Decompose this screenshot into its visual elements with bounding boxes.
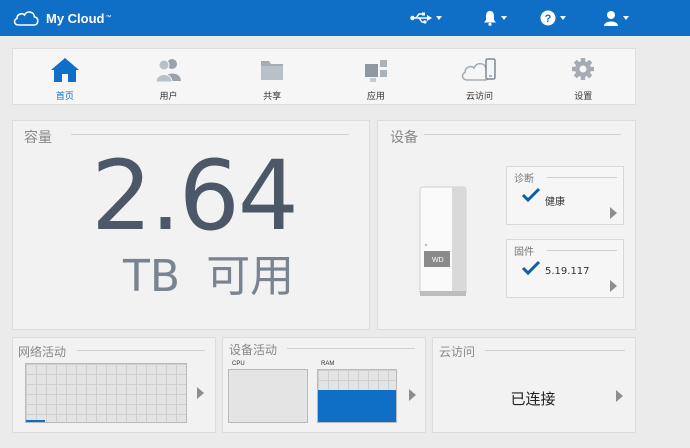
nav-item-users[interactable]: 用户 [117,49,221,104]
divider [547,250,617,251]
nav-label: 首页 [55,92,74,102]
panel-title: 设备 [390,130,418,146]
cloud-access-icon [461,58,496,81]
top-bar: My Cloud ™ ? [0,0,690,36]
notifications-menu[interactable] [483,9,507,27]
main-nav: 首页 用户 共享 应用 云访问 设置 [12,48,636,105]
chevron-right-icon[interactable] [610,207,617,219]
users-icon [154,59,181,83]
capacity-value: 2.64 [91,140,299,252]
divider [547,177,617,178]
trademark: ™ [105,15,112,21]
chevron-down-icon [560,16,566,20]
capacity-panel[interactable]: 容量 2.64 TB 可用 [12,120,370,330]
cloud-status: 已连接 [510,390,556,408]
cpu-label: CPU [232,361,245,367]
diagnostics-status: 健康 [545,197,565,208]
usb-menu[interactable] [410,9,442,27]
diagnostics-card[interactable]: 诊断 健康 [506,166,624,225]
user-menu[interactable] [603,9,629,27]
chevron-right-icon[interactable] [197,387,204,399]
panel-title: 设备活动 [229,343,278,357]
capacity-available-label: 可用 [206,251,295,302]
check-icon [521,260,541,276]
firmware-version: 5.19.117 [545,266,590,277]
user-icon [604,11,618,26]
brand-logo[interactable]: My Cloud ™ [12,7,112,29]
chevron-right-icon[interactable] [610,280,617,292]
app-title: My Cloud [46,10,105,26]
nav-item-shares[interactable]: 共享 [220,49,324,104]
panel-title: 网络活动 [18,345,67,359]
divider [71,134,349,135]
help-icon: ? [540,10,556,26]
firmware-card[interactable]: 固件 5.19.117 [506,239,624,298]
nav-item-cloud-access[interactable]: 云访问 [428,49,532,104]
divider [77,350,205,351]
chevron-right-icon[interactable] [616,390,623,402]
device-panel: 设备 WD 诊断 健康 固件 5.19.117 [377,120,636,330]
firmware-title: 固件 [514,247,534,258]
nav-label: 应用 [366,92,385,102]
divider [424,134,621,135]
ram-usage-fill [318,389,396,422]
nav-label: 用户 [159,92,178,102]
chevron-right-icon[interactable] [409,389,416,401]
ram-label: RAM [321,361,335,367]
divider [485,350,625,351]
nas-device-image: WD [419,186,467,296]
apps-icon [364,60,387,82]
check-icon [521,187,541,203]
nav-label: 云访问 [466,92,494,102]
network-activity-chart [25,363,187,423]
panel-title: 云访问 [439,345,476,359]
divider [287,348,415,349]
cpu-chart [228,369,308,423]
cloud-access-panel[interactable]: 云访问 已连接 [432,337,636,433]
diagnostics-title: 诊断 [514,174,534,185]
device-activity-panel[interactable]: 设备活动 CPU RAM [222,337,426,433]
gear-icon [572,58,595,80]
help-menu[interactable]: ? [540,9,566,27]
cloud-logo-icon [13,11,39,26]
chevron-down-icon [436,16,442,20]
usb-icon [410,12,432,24]
nav-item-settings[interactable]: 设置 [531,49,635,104]
svg-text:?: ? [545,13,552,25]
nav-item-home[interactable]: 首页 [13,49,117,104]
ram-chart [317,369,397,423]
capacity-unit: TB 可用 [123,249,323,305]
chevron-down-icon [501,16,507,20]
network-activity-panel[interactable]: 网络活动 [12,337,216,433]
capacity-unit-tb: TB [123,251,181,302]
network-activity-bar [26,420,46,422]
home-icon [50,58,79,82]
bell-icon [484,11,496,26]
folder-icon [261,61,284,80]
chevron-down-icon [623,16,629,20]
nav-label: 共享 [263,92,282,102]
svg-text:WD: WD [432,257,444,264]
nav-item-apps[interactable]: 应用 [324,49,428,104]
nav-label: 设置 [574,92,593,102]
